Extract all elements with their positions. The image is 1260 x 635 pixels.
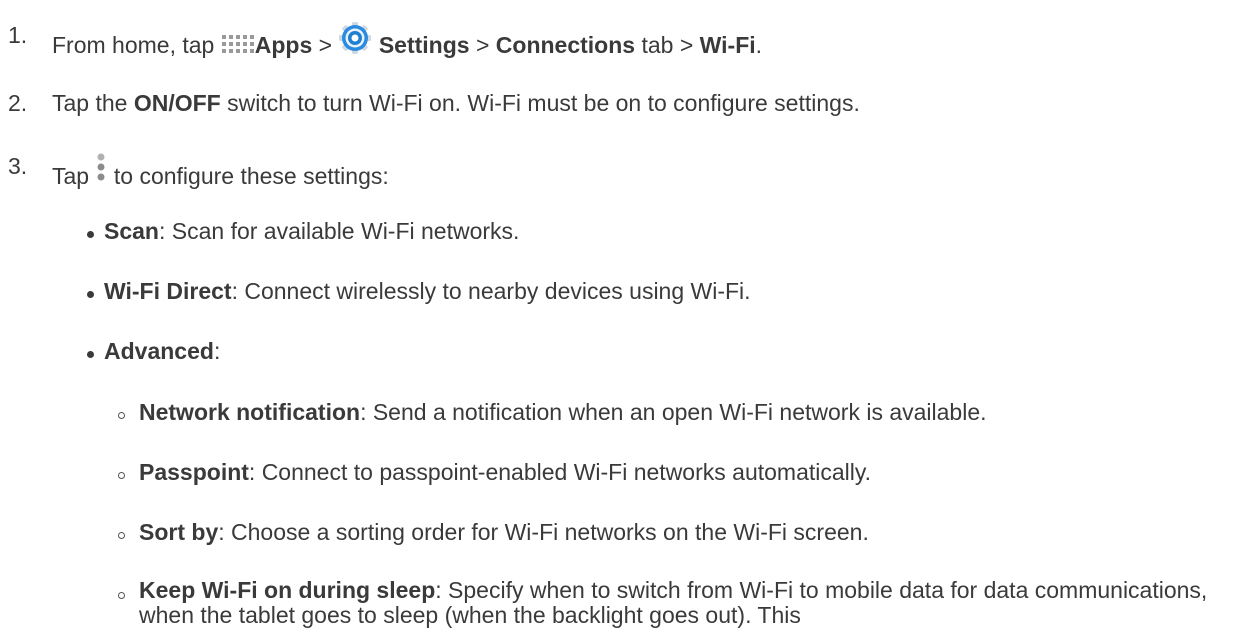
step-2-lead: Tap the [52,90,128,116]
connections-label: Connections [495,32,636,58]
tab-text: tab > [641,32,694,58]
term: Wi-Fi Direct [104,278,232,304]
step-2-rest: switch to turn Wi-Fi on. Wi-Fi must be o… [227,90,860,116]
settings-gear-icon [338,21,372,61]
description: : Connect to passpoint-enabled Wi-Fi net… [248,459,872,485]
apps-grid-icon [221,33,255,63]
term: Keep Wi-Fi on during sleep [139,577,436,603]
apps-label: Apps [254,32,313,58]
step-3-lead: Tap [52,163,90,189]
term: Scan [104,218,159,244]
separator: > [475,32,490,58]
period: . [755,32,763,58]
list-item: Advanced: [104,337,220,365]
step-number: 1. [8,22,28,48]
list-item: Wi-Fi Direct: Connect wirelessly to near… [104,277,751,305]
sub-bullet-marker [118,592,125,599]
bullet-marker [87,231,94,238]
description: : Send a notification when an open Wi-Fi… [360,399,987,425]
sub-list-item: Keep Wi-Fi on during sleep: Specify when… [139,578,1254,628]
step-3-text: Tap to configure these settings: [52,152,389,190]
settings-label: Settings [378,32,470,58]
sub-list-item: Passpoint: Connect to passpoint-enabled … [139,458,871,486]
sub-bullet-marker [118,532,125,539]
step-1-lead: From home, tap [52,32,215,58]
wifi-label: Wi-Fi [699,32,756,58]
separator: > [318,32,333,58]
more-options-icon [95,152,107,190]
bullet-marker [87,351,94,358]
onoff-label: ON/OFF [133,90,221,116]
list-item: Scan: Scan for available Wi-Fi networks. [104,217,519,245]
sub-bullet-marker [118,412,125,419]
step-1-text: From home, tap Apps > Settings > Connect… [52,21,762,63]
description: : [213,338,221,364]
description: : Choose a sorting order for Wi-Fi netwo… [218,519,869,545]
step-3-rest: to configure these settings: [113,163,389,189]
description: : Connect wirelessly to nearby devices u… [231,278,751,304]
term: Network notification [139,399,361,425]
step-number: 3. [8,153,28,179]
description: : Scan for available Wi-Fi networks. [158,218,520,244]
term: Passpoint [139,459,249,485]
bullet-marker [87,291,94,298]
step-2-text: Tap the ON/OFF switch to turn Wi-Fi on. … [52,89,860,117]
sub-list-item: Network notification: Send a notificatio… [139,398,987,426]
term: Advanced [104,338,214,364]
step-number: 2. [8,90,28,116]
term: Sort by [139,519,219,545]
sub-list-item: Sort by: Choose a sorting order for Wi-F… [139,518,869,546]
sub-bullet-marker [118,472,125,479]
